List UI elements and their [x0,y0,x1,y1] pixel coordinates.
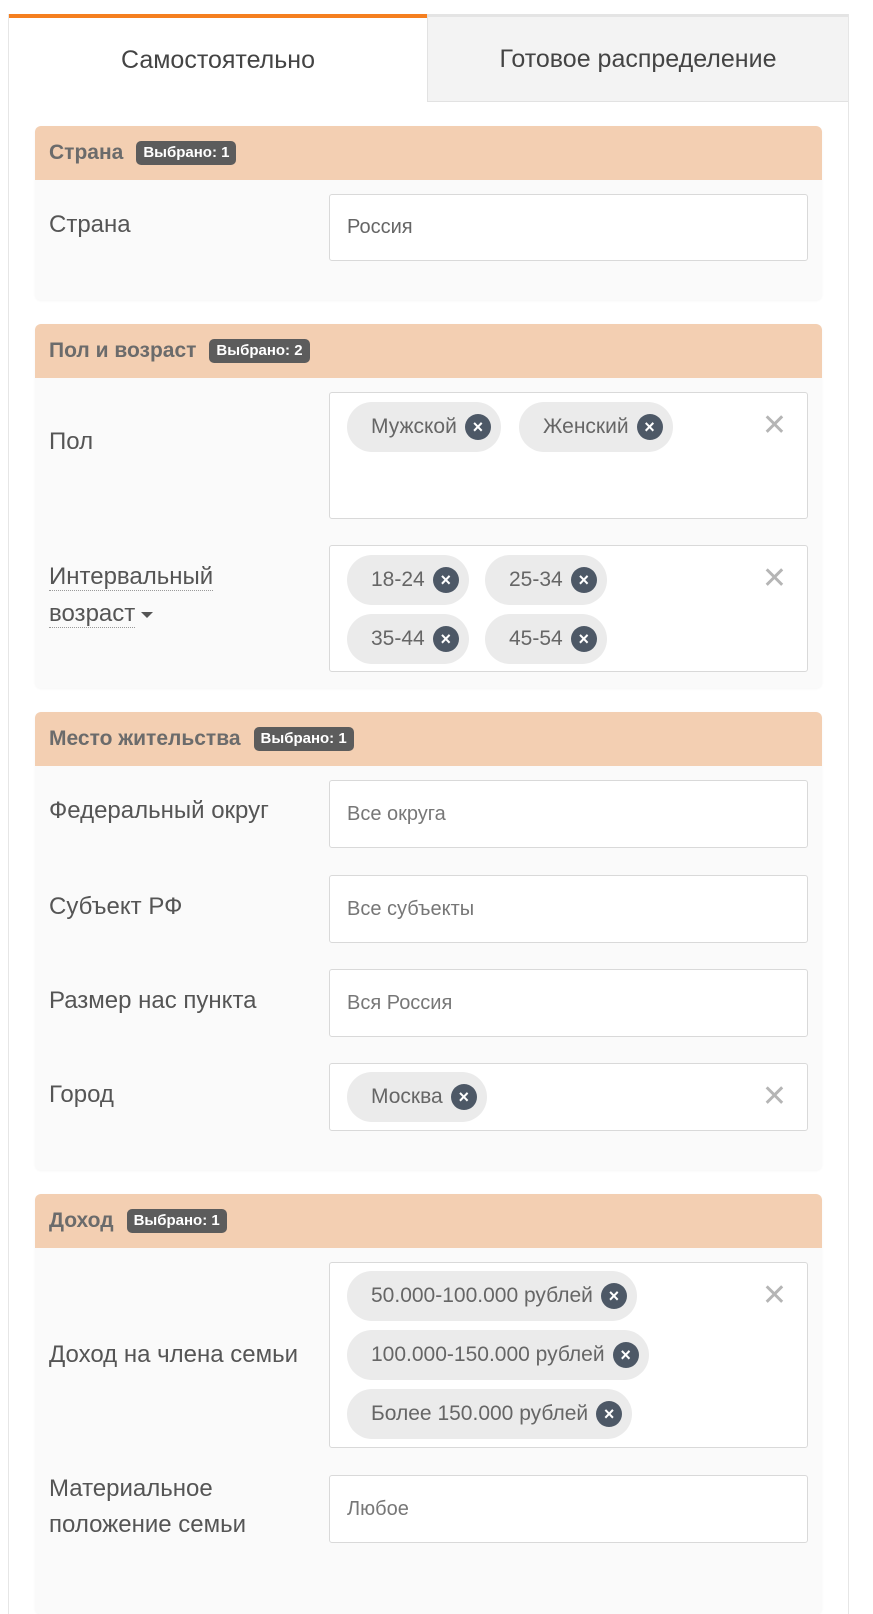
tab-ready-distribution[interactable]: Готовое распределение [427,14,848,102]
close-circle-icon[interactable]: × [596,1401,623,1427]
form-row-subject: Субъект РФ Все субъекты [35,860,822,954]
label-line-2: возраст [49,600,136,628]
field-label: Страна [49,211,131,238]
country-select[interactable]: Россия [329,194,808,261]
section-income: Доход Выбрано: 1 Доход на члена семьи 50… [35,1194,822,1614]
chip-label: Женский [543,415,629,438]
chip[interactable]: 35-44 × [347,614,469,664]
close-circle-icon[interactable]: × [432,626,459,652]
select-placeholder: Все округа [347,803,446,825]
label-line-2: положение семьи [49,1511,247,1538]
form-row-district: Федеральный округ Все округа [35,766,822,860]
district-select[interactable]: Все округа [329,780,808,848]
chip-label: 18-24 [371,568,425,591]
chip-label: 25-34 [509,568,563,591]
settlement-size-select[interactable]: Вся Россия [329,969,808,1037]
chip[interactable]: Мужской × [347,402,501,452]
income-multiselect[interactable]: 50.000-100.000 рублей × 100.000-150.000 … [329,1262,808,1448]
section-header[interactable]: Доход Выбрано: 1 [35,1194,822,1248]
chip-label: Мужской [371,415,457,438]
chip[interactable]: 18-24 × [347,555,469,605]
label-line-1: Материальное [49,1475,213,1502]
section-gender-age: Пол и возраст Выбрано: 2 Пол Мужской × Ж… [35,324,822,688]
close-circle-icon[interactable]: × [570,567,597,593]
section-header[interactable]: Страна Выбрано: 1 [35,126,822,180]
close-circle-icon[interactable]: × [432,567,459,593]
close-circle-icon[interactable]: × [464,414,491,440]
select-placeholder: Все субъекты [347,898,475,920]
close-icon[interactable]: ✕ [762,1082,787,1112]
field-label: Пол [49,428,94,455]
selected-badge: Выбрано: 1 [253,727,354,751]
chip[interactable]: Женский × [519,402,673,452]
selected-badge: Выбрано: 1 [126,1209,227,1233]
field-label: Федеральный округ [49,797,269,824]
chip-label: 100.000-150.000 рублей [371,1343,605,1366]
label-line-1: Интервальный [49,563,214,591]
targeting-panel: Самостоятельно Готовое распределение Стр… [8,14,849,1614]
field-label: Материальное положение семьи [49,1471,246,1543]
close-circle-icon[interactable]: × [600,1283,627,1309]
gender-multiselect[interactable]: Мужской × Женский × ✕ [329,392,808,519]
close-circle-icon[interactable]: × [570,626,597,652]
form-row-settlement-size: Размер нас пункта Вся Россия [35,954,822,1048]
selected-badge: Выбрано: 2 [209,339,310,363]
caret-down-icon [141,611,154,618]
close-icon[interactable]: ✕ [762,564,787,594]
form-row-income-per-member: Доход на члена семьи 50.000-100.000 рубл… [35,1248,822,1460]
chip[interactable]: 45-54 × [485,614,607,664]
selected-badge: Выбрано: 1 [136,141,237,165]
chip[interactable]: Более 150.000 рублей × [347,1389,633,1439]
section-title: Страна [49,141,124,164]
form-row-city: Город Москва × ✕ [35,1048,822,1170]
age-multiselect[interactable]: 18-24 × 25-34 × 35-44 × 45-54 × ✕ [329,545,808,672]
section-title: Доход [49,1209,114,1232]
field-label: Город [49,1081,114,1108]
subject-select[interactable]: Все субъекты [329,875,808,943]
chip-label: 45-54 [509,627,563,650]
chip-label: Москва [371,1085,443,1108]
close-icon[interactable]: ✕ [762,411,787,441]
close-icon[interactable]: ✕ [762,1281,787,1311]
select-placeholder: Вся Россия [347,992,453,1014]
section-title: Пол и возраст [49,339,197,362]
chip[interactable]: 100.000-150.000 рублей × [347,1330,649,1380]
select-placeholder: Любое [347,1498,409,1520]
section-header[interactable]: Пол и возраст Выбрано: 2 [35,324,822,378]
age-interval-dropdown-label[interactable]: Интервальный возраст [49,558,214,632]
form-row-age: Интервальный возраст 18-24 × 25-34 × 35-… [35,531,822,688]
tab-self[interactable]: Самостоятельно [9,14,427,102]
chip-label: 35-44 [371,627,425,650]
select-value: Россия [347,216,413,238]
close-circle-icon[interactable]: × [612,1342,639,1368]
chip[interactable]: 50.000-100.000 рублей × [347,1271,637,1321]
form-row-country: Страна Россия [35,180,822,300]
section-title: Место жительства [49,727,241,750]
chip-label: 50.000-100.000 рублей [371,1284,593,1307]
chip-label: Более 150.000 рублей [371,1402,589,1425]
field-label: Доход на члена семьи [49,1341,298,1368]
chip[interactable]: 25-34 × [485,555,607,605]
close-circle-icon[interactable]: × [636,414,663,440]
field-label: Размер нас пункта [49,987,257,1014]
chip[interactable]: Москва × [347,1072,487,1122]
form-row-gender: Пол Мужской × Женский × ✕ [35,378,822,528]
field-label: Субъект РФ [49,893,183,920]
tab-bar: Самостоятельно Готовое распределение [9,14,848,102]
close-circle-icon[interactable]: × [450,1084,477,1110]
material-status-select[interactable]: Любое [329,1475,808,1543]
city-multiselect[interactable]: Москва × ✕ [329,1063,808,1131]
section-residence: Место жительства Выбрано: 1 Федеральный … [35,712,822,1170]
form-row-material-status: Материальное положение семьи Любое [35,1460,822,1560]
section-country: Страна Выбрано: 1 Страна Россия [35,126,822,300]
section-header[interactable]: Место жительства Выбрано: 1 [35,712,822,766]
